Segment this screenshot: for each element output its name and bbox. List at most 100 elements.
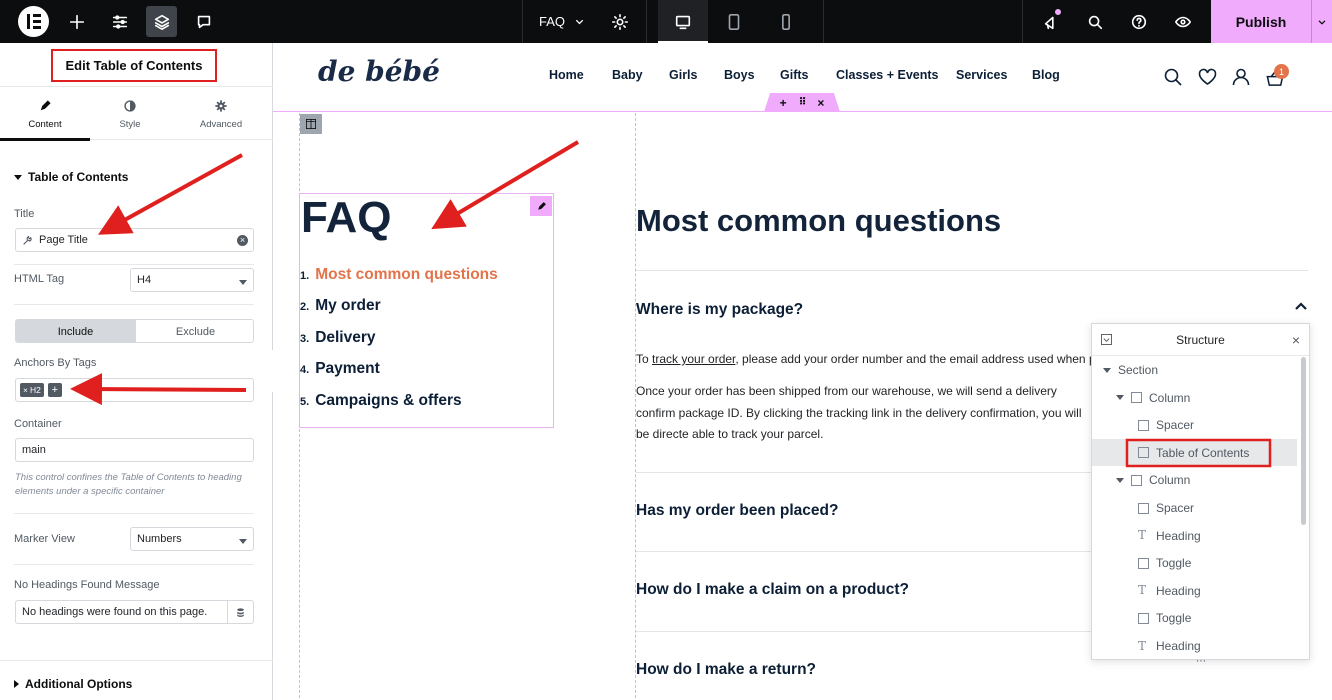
structure-item-column[interactable]: Column (1116, 388, 1190, 408)
nav-baby[interactable]: Baby (612, 68, 643, 82)
anchors-tags-field[interactable]: × H2 + (15, 378, 254, 402)
close-icon[interactable]: × (1292, 332, 1300, 348)
section-toggle-table-of-contents[interactable]: Table of Contents (14, 170, 128, 184)
elementor-logo-icon[interactable] (18, 6, 49, 37)
nav-girls[interactable]: Girls (669, 68, 698, 82)
gear-icon[interactable] (606, 0, 634, 43)
html-tag-select[interactable]: H4 (130, 268, 254, 292)
nav-services[interactable]: Services (956, 68, 1007, 82)
nav-home[interactable]: Home (549, 68, 584, 82)
search-icon[interactable] (1163, 67, 1183, 87)
structure-item-column[interactable]: Column (1116, 470, 1190, 490)
scrollbar[interactable] (1301, 357, 1306, 525)
toc-link[interactable]: Most common questions (315, 266, 498, 284)
faq-question[interactable]: How do I make a claim on a product? (636, 581, 909, 599)
nav-classes-events[interactable]: Classes + Events (836, 68, 939, 82)
structure-item-label: Heading (1156, 639, 1201, 653)
nav-blog[interactable]: Blog (1032, 68, 1060, 82)
help-icon[interactable] (1125, 0, 1153, 43)
faq-question[interactable]: Where is my package? (636, 301, 803, 319)
add-icon[interactable] (63, 0, 91, 43)
tablet-icon[interactable] (720, 0, 748, 43)
include-tab[interactable]: Include (16, 320, 135, 342)
toc-number: 1. (300, 270, 310, 282)
search-icon[interactable] (1081, 0, 1109, 43)
publish-button[interactable]: Publish (1211, 0, 1311, 43)
delete-section-icon[interactable]: × (817, 96, 824, 110)
structure-item-spacer[interactable]: Spacer (1138, 415, 1194, 435)
toc-link[interactable]: Payment (315, 360, 380, 378)
tag-chip-h2[interactable]: × H2 (20, 383, 44, 397)
section-toggle-additional-options[interactable]: Additional Options (14, 677, 132, 691)
container-field[interactable]: main (15, 438, 254, 462)
title-label: Title (14, 208, 35, 220)
site-logo[interactable]: de bébé (318, 55, 440, 88)
cart-count-badge: 1 (1274, 64, 1289, 79)
add-tag-icon[interactable]: + (47, 383, 62, 397)
structure-layers-icon[interactable] (146, 6, 177, 37)
container-value: main (22, 444, 46, 456)
toc-link[interactable]: My order (315, 297, 380, 315)
toc-item-4[interactable]: 4. Payment (300, 360, 380, 378)
collapse-all-icon[interactable] (1101, 334, 1112, 345)
column-handle[interactable] (300, 114, 322, 134)
toc-item-1[interactable]: 1. Most common questions (300, 266, 498, 284)
tab-content[interactable]: Content (0, 88, 90, 141)
editor-topbar: FAQ Publish (0, 0, 1332, 43)
faq-question[interactable]: How do I make a return? (636, 661, 816, 679)
chevron-up-icon[interactable] (1294, 300, 1308, 312)
page-name-dropdown[interactable]: FAQ (539, 0, 586, 43)
edit-widget-button[interactable] (530, 196, 552, 216)
toc-item-2[interactable]: 2. My order (300, 297, 381, 315)
chevron-down-icon (1318, 19, 1326, 25)
section-handle[interactable]: + ⠿ × (764, 93, 840, 112)
drag-handle-icon[interactable]: ⠿ (799, 97, 807, 108)
notes-icon[interactable] (190, 0, 218, 43)
track-order-link[interactable]: track your order (652, 352, 735, 366)
toc-number: 3. (300, 333, 310, 345)
faq-answer-p1: To track your order, please add your ord… (636, 349, 1096, 371)
preview-eye-icon[interactable] (1169, 0, 1197, 43)
structure-item-toggle[interactable]: Toggle (1138, 608, 1191, 628)
clear-icon[interactable]: × (237, 235, 248, 246)
tab-advanced[interactable]: Advanced (176, 88, 266, 140)
caret-down-icon[interactable] (1103, 367, 1111, 373)
structure-item-heading[interactable]: T Heading (1138, 526, 1201, 546)
anchors-label: Anchors By Tags (14, 357, 97, 369)
structure-item-toggle[interactable]: Toggle (1138, 553, 1191, 573)
dynamic-tags-icon[interactable] (227, 601, 253, 623)
html-tag-label: HTML Tag (14, 273, 65, 285)
tab-style[interactable]: Style (85, 88, 175, 140)
mobile-icon[interactable] (772, 0, 800, 43)
html-tag-value: H4 (137, 274, 152, 286)
caret-down-icon[interactable] (1116, 477, 1124, 483)
whats-new-icon[interactable] (1037, 0, 1065, 43)
account-user-icon[interactable] (1231, 67, 1251, 87)
nav-gifts[interactable]: Gifts (780, 68, 808, 82)
structure-item-heading[interactable]: T Heading (1138, 581, 1201, 601)
editor-panel: Edit Table of Contents Content Style Adv… (0, 43, 273, 700)
desktop-icon[interactable] (658, 0, 708, 43)
main-heading: Most common questions (636, 203, 1002, 238)
toc-link[interactable]: Delivery (315, 329, 375, 347)
publish-options-button[interactable] (1311, 0, 1332, 43)
structure-item-label: Table of Contents (1156, 445, 1250, 460)
structure-item-spacer[interactable]: Spacer (1138, 498, 1194, 518)
remove-tag-icon[interactable]: × (23, 385, 28, 395)
marker-view-select[interactable]: Numbers (130, 527, 254, 551)
no-headings-field[interactable]: No headings were found on this page. (15, 600, 254, 624)
structure-item-heading[interactable]: T Heading (1138, 636, 1201, 656)
structure-item-table-of-contents[interactable]: Table of Contents (1138, 443, 1249, 463)
toc-item-3[interactable]: 3. Delivery (300, 329, 376, 347)
caret-down-icon[interactable] (1116, 395, 1124, 401)
faq-question[interactable]: Has my order been placed? (636, 502, 838, 520)
structure-item-section[interactable]: Section (1103, 360, 1158, 380)
add-section-icon[interactable]: + (780, 96, 787, 110)
wishlist-heart-icon[interactable] (1197, 67, 1218, 87)
exclude-tab[interactable]: Exclude (135, 320, 253, 342)
toc-link[interactable]: Campaigns & offers (315, 392, 461, 410)
nav-boys[interactable]: Boys (724, 68, 755, 82)
title-field[interactable]: Page Title × (15, 228, 254, 252)
toc-item-5[interactable]: 5. Campaigns & offers (300, 392, 462, 410)
site-settings-icon[interactable] (106, 0, 134, 43)
